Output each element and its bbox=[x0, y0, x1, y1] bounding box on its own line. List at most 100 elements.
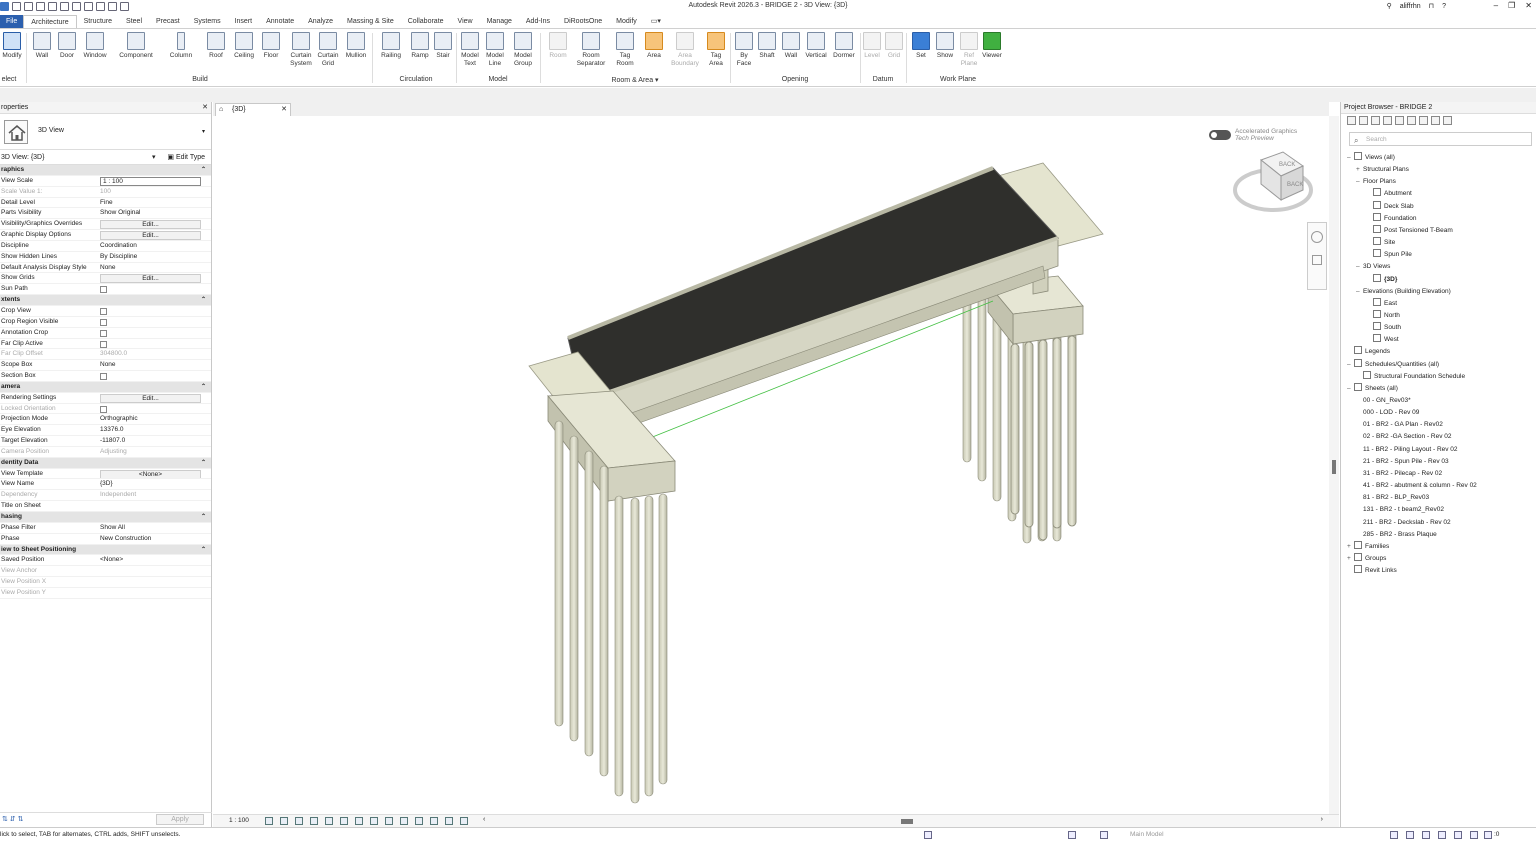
view-scale[interactable]: 1 : 100 bbox=[229, 817, 249, 824]
property-value[interactable]: Edit... bbox=[98, 230, 211, 240]
door-button[interactable]: Door bbox=[56, 32, 78, 60]
property-value[interactable]: 13376.0 bbox=[98, 425, 211, 435]
collapse-icon[interactable]: ⌃ bbox=[201, 545, 206, 556]
chevron-down-icon[interactable]: ▾ bbox=[202, 128, 205, 135]
tag-area-button[interactable]: Tag Area bbox=[704, 32, 728, 68]
property-value[interactable]: 1 : 100 bbox=[98, 176, 211, 186]
area-button[interactable]: Area bbox=[642, 32, 666, 60]
wall-opening-button[interactable]: Wall bbox=[780, 32, 802, 60]
room-separator-button[interactable]: Room Separator bbox=[574, 32, 608, 68]
ribbon-tab-precast[interactable]: Precast bbox=[149, 15, 187, 28]
wall-button[interactable]: Wall bbox=[31, 32, 53, 60]
browser-node[interactable]: 00 - GN_Rev03* bbox=[1356, 395, 1411, 407]
3d-icon[interactable] bbox=[1395, 116, 1404, 125]
3d-viewport[interactable]: Accelerated Graphics Tech Preview BACK B… bbox=[213, 116, 1329, 814]
property-value[interactable]: Edit... bbox=[98, 393, 211, 403]
collapse-icon[interactable]: – bbox=[1347, 359, 1354, 371]
value-field[interactable]: 1 : 100 bbox=[100, 176, 201, 186]
chevron-down-icon[interactable]: ▾ bbox=[152, 150, 156, 165]
browser-node[interactable]: Site bbox=[1366, 237, 1395, 249]
expand-icon[interactable]: + bbox=[1347, 541, 1354, 553]
browser-node[interactable]: 81 - BR2 - BLP_Rev03 bbox=[1356, 492, 1429, 504]
sheet-icon[interactable] bbox=[1407, 116, 1416, 125]
browser-node[interactable]: Abutment bbox=[1366, 188, 1412, 200]
select-dropdown[interactable]: elect bbox=[0, 76, 18, 83]
user-name[interactable]: aliffrhn bbox=[1400, 3, 1421, 10]
filter-icon[interactable] bbox=[1484, 831, 1492, 839]
browser-node[interactable]: Structural Foundation Schedule bbox=[1356, 370, 1465, 383]
ribbon-tab-architecture[interactable]: Architecture bbox=[23, 15, 77, 28]
ribbon-tab-insert[interactable]: Insert bbox=[228, 15, 260, 28]
property-value[interactable]: {3D} bbox=[98, 479, 211, 489]
properties-help-icons[interactable]: ⇅ ⇵ ⇅ bbox=[2, 815, 24, 823]
ribbon-tab-file[interactable]: File bbox=[0, 15, 24, 28]
horizontal-scroll-thumb[interactable] bbox=[901, 819, 913, 824]
viewer-button[interactable]: Viewer bbox=[980, 32, 1004, 60]
edit-button[interactable]: Edit... bbox=[100, 274, 201, 284]
property-section[interactable]: dentity Data ⌃ bbox=[0, 457, 211, 469]
browser-node[interactable]: – Elevations (Building Elevation) bbox=[1356, 286, 1451, 298]
design-options-icon[interactable] bbox=[1100, 831, 1108, 839]
property-value[interactable]: By Discipline bbox=[98, 252, 211, 262]
checkbox[interactable] bbox=[100, 286, 107, 294]
browser-node[interactable]: Post Tensioned T-Beam bbox=[1366, 224, 1453, 237]
select-links-icon[interactable] bbox=[1390, 831, 1398, 839]
ribbon-tab-systems[interactable]: Systems bbox=[187, 15, 228, 28]
ribbon-tab-manage[interactable]: Manage bbox=[480, 15, 519, 28]
railing-button[interactable]: Railing bbox=[378, 32, 404, 60]
property-value[interactable]: <None> bbox=[98, 555, 211, 565]
property-value[interactable]: Edit... bbox=[98, 273, 211, 284]
grid-button[interactable]: Grid bbox=[884, 32, 904, 60]
highlight-icon[interactable] bbox=[445, 817, 453, 825]
mullion-button[interactable]: Mullion bbox=[342, 32, 370, 60]
property-value[interactable]: Show Original bbox=[98, 208, 211, 218]
checkbox[interactable] bbox=[100, 340, 107, 348]
reveal-hidden-icon[interactable] bbox=[400, 817, 408, 825]
ribbon-tab-modify[interactable]: Modify bbox=[609, 15, 644, 28]
roof-button[interactable]: Roof bbox=[204, 32, 228, 60]
view-cube[interactable]: BACK BACK bbox=[1233, 150, 1313, 216]
restore-icon[interactable]: ❐ bbox=[1508, 1, 1515, 10]
model-text-button[interactable]: Model Text bbox=[458, 32, 482, 68]
close-window-icon[interactable]: ✕ bbox=[1525, 1, 1532, 10]
constraints-icon[interactable] bbox=[460, 817, 468, 825]
browser-node[interactable]: 000 - LOD - Rev 09 bbox=[1356, 407, 1419, 419]
browser-node[interactable]: 41 - BR2 - abutment & column - Rev 02 bbox=[1356, 480, 1477, 492]
property-value[interactable] bbox=[98, 306, 211, 316]
area-boundary-button[interactable]: Area Boundary bbox=[668, 32, 702, 68]
select-by-face-icon[interactable] bbox=[1438, 831, 1446, 839]
view-icon[interactable] bbox=[1431, 116, 1440, 125]
render-icon[interactable] bbox=[325, 817, 333, 825]
toggle-switch[interactable] bbox=[1209, 130, 1231, 140]
browser-node[interactable]: Spun Pile bbox=[1366, 249, 1412, 261]
editable-only-icon[interactable] bbox=[1068, 831, 1076, 839]
property-value[interactable] bbox=[98, 328, 211, 338]
property-value[interactable] bbox=[98, 371, 211, 381]
checkbox[interactable] bbox=[100, 329, 107, 337]
type-selector[interactable]: 3D View ▾ bbox=[0, 114, 211, 150]
ribbon-tab-view[interactable]: View bbox=[451, 15, 480, 28]
home-icon[interactable] bbox=[1347, 116, 1356, 125]
expand-icon[interactable]: + bbox=[1356, 164, 1363, 176]
view-tab-3d[interactable]: ⌂ {3D} ✕ bbox=[215, 103, 291, 116]
property-value[interactable]: Fine bbox=[98, 198, 211, 208]
ribbon-tab-massing-site[interactable]: Massing & Site bbox=[340, 15, 401, 28]
workset-icon[interactable] bbox=[924, 831, 932, 839]
curtain-system-button[interactable]: Curtain System bbox=[286, 32, 316, 68]
search-input[interactable]: ⌕ Search bbox=[1349, 132, 1532, 146]
ribbon-tab-annotate[interactable]: Annotate bbox=[259, 15, 301, 28]
browser-node[interactable]: {3D} bbox=[1366, 273, 1397, 286]
chevron-left-icon[interactable]: ‹ bbox=[483, 816, 485, 823]
browser-node[interactable]: + Families bbox=[1347, 540, 1389, 553]
shaft-button[interactable]: Shaft bbox=[756, 32, 778, 60]
property-section[interactable]: hasing ⌃ bbox=[0, 512, 211, 523]
property-section[interactable]: raphics ⌃ bbox=[0, 165, 211, 176]
browser-node[interactable]: – Floor Plans bbox=[1356, 176, 1396, 188]
collapse-icon[interactable]: ⌃ bbox=[201, 512, 206, 523]
collapse-icon[interactable]: ⌃ bbox=[201, 165, 206, 176]
edit-button[interactable]: Edit... bbox=[100, 393, 201, 403]
expand-icon[interactable]: + bbox=[1347, 553, 1354, 565]
collapse-icon[interactable]: – bbox=[1356, 261, 1363, 273]
property-value[interactable]: None bbox=[98, 360, 211, 370]
checkbox[interactable] bbox=[100, 318, 107, 326]
